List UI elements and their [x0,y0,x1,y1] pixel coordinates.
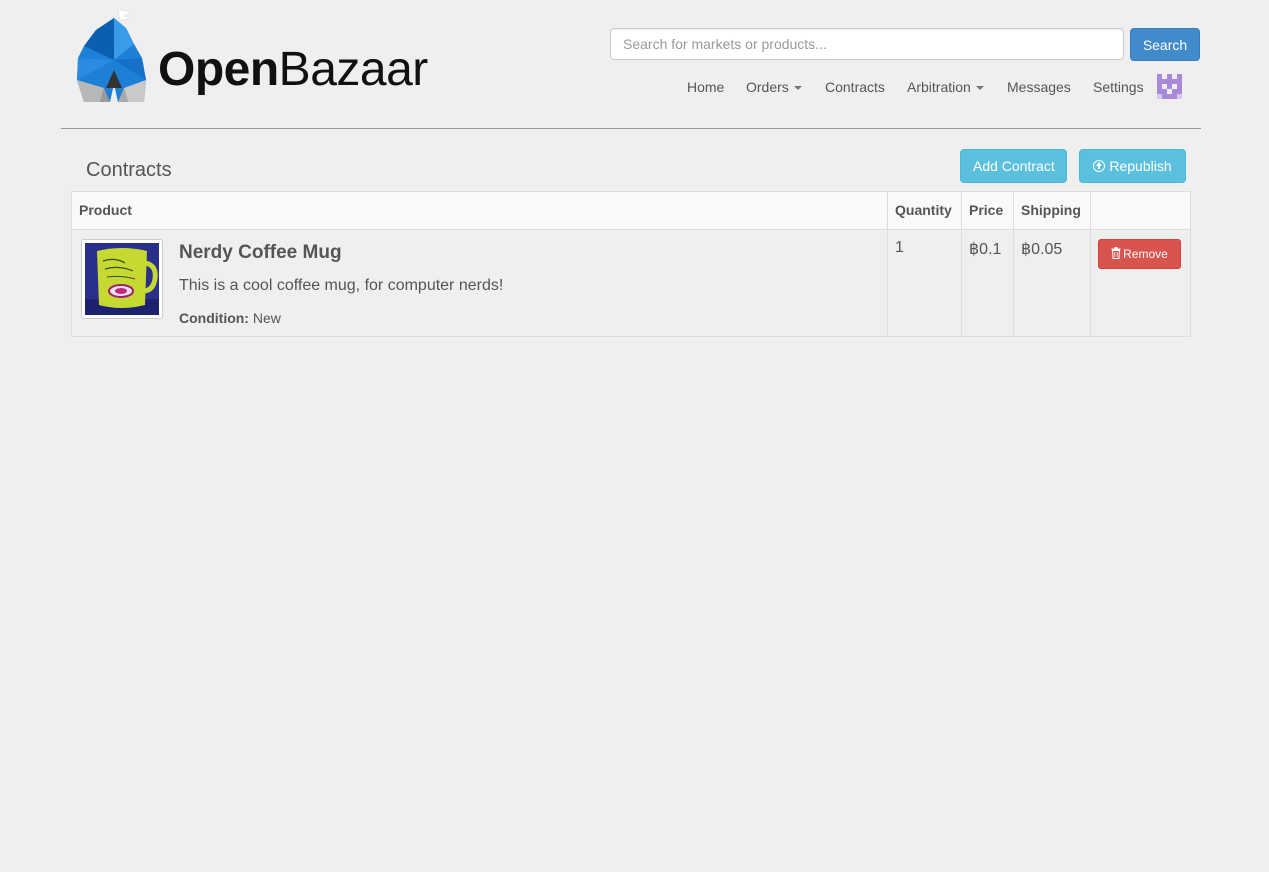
nav-messages[interactable]: Messages [1007,79,1071,95]
openbazaar-logo-icon [77,9,146,102]
coffee-mug-image [85,243,159,315]
table-row: Nerdy Coffee Mug This is a cool coffee m… [71,229,1191,337]
header-actions [1090,191,1191,230]
brand-name: OpenBazaar [158,42,428,97]
add-contract-button[interactable]: Add Contract [960,149,1067,183]
contracts-table: Product Quantity Price Shipping Nerdy Co… [71,191,1191,337]
condition-value: New [252,310,281,326]
header-product: Product [71,191,888,230]
brand-name-bazaar: Bazaar [278,43,429,96]
shipping-cell: ฿0.05 [1013,229,1091,337]
republish-label: Republish [1109,158,1172,174]
condition-label: Condition: [179,310,249,326]
page-title: Contracts [86,159,172,181]
table-header-row: Product Quantity Price Shipping [71,191,1191,230]
header-quantity: Quantity [887,191,962,230]
product-name[interactable]: Nerdy Coffee Mug [179,242,342,264]
caret-down-icon [975,86,984,91]
nav-contracts-label: Contracts [825,79,885,95]
header-price: Price [961,191,1014,230]
header-shipping: Shipping [1013,191,1091,230]
actions-cell: Remove [1090,229,1191,337]
product-description: This is a cool coffee mug, for computer … [179,277,504,294]
nav-orders[interactable]: Orders [746,79,802,95]
trash-icon [1111,247,1121,259]
brand-name-open: Open [158,43,279,96]
circle-arrow-up-icon [1093,160,1106,172]
caret-down-icon [793,86,802,91]
product-thumbnail[interactable] [81,239,163,319]
nav-messages-label: Messages [1007,79,1071,95]
nav-home-label: Home [687,79,725,95]
nav-contracts[interactable]: Contracts [825,79,885,95]
nav-arbitration[interactable]: Arbitration [907,79,984,95]
product-condition: Condition: New [179,310,281,326]
search-button[interactable]: Search [1130,28,1200,61]
price-cell: ฿0.1 [961,229,1014,337]
quantity-cell: 1 [887,229,962,337]
identicon-avatar-icon[interactable] [1157,74,1182,99]
republish-button[interactable]: Republish [1079,149,1186,183]
search-input[interactable] [610,28,1124,60]
nav-settings[interactable]: Settings [1093,79,1144,95]
nav-arbitration-label: Arbitration [907,79,971,95]
nav-orders-label: Orders [746,79,789,95]
remove-label: Remove [1123,247,1168,261]
remove-button[interactable]: Remove [1098,239,1181,269]
product-cell: Nerdy Coffee Mug This is a cool coffee m… [71,229,888,337]
nav-home[interactable]: Home [687,79,724,95]
openbazaar-logo[interactable]: OpenBazaar [74,8,434,104]
header-divider [61,128,1201,129]
nav-settings-label: Settings [1093,79,1144,95]
